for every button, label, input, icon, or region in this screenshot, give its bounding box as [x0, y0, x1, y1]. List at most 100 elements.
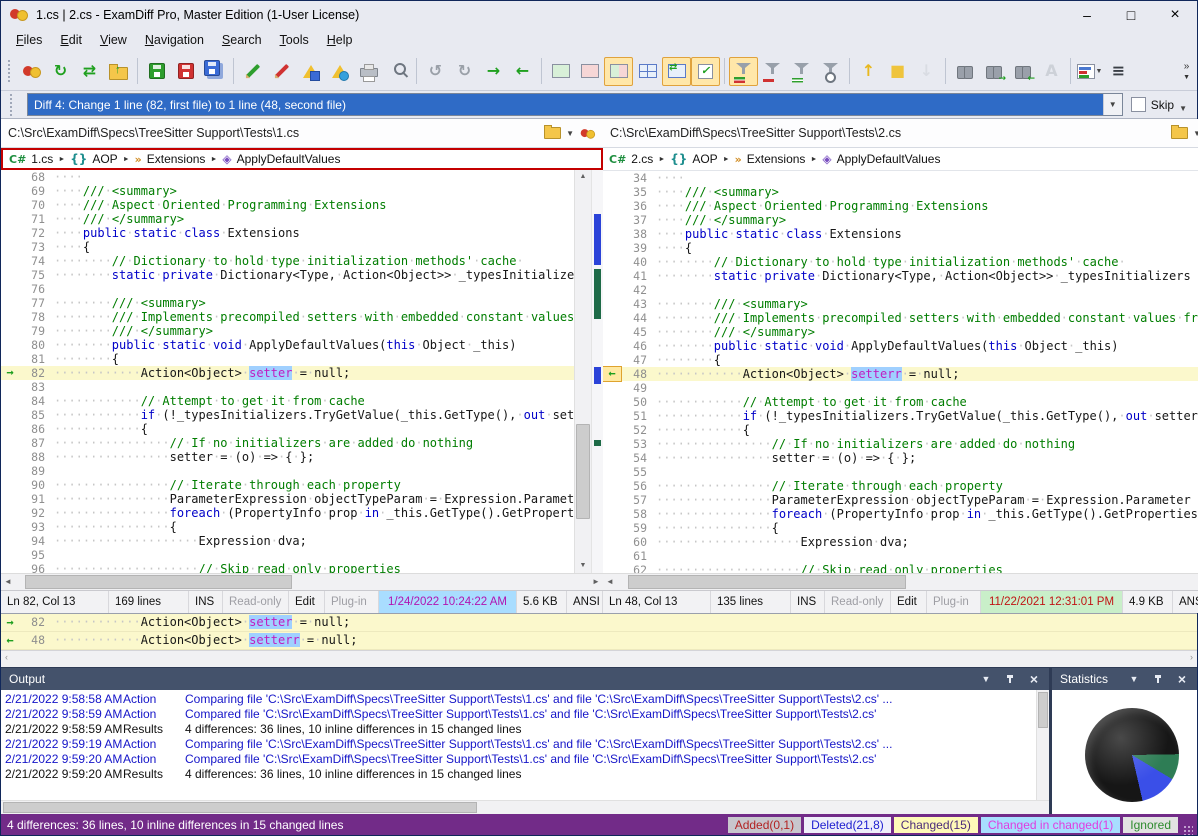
undo-button[interactable]: ↺	[421, 57, 450, 86]
menu-item-edit[interactable]: Edit	[51, 30, 91, 50]
horizontal-scrollbar[interactable]: ◄►	[603, 573, 1198, 590]
edit-second-file-button[interactable]	[267, 57, 296, 86]
code-line[interactable]: 75········static·private·Dictionary<Type…	[1, 268, 574, 282]
current-difference-button[interactable]: ■	[883, 57, 912, 86]
code-line[interactable]: 56················//·Iterate·through·eac…	[603, 479, 1198, 493]
code-line[interactable]: 90················//·Iterate·through·eac…	[1, 478, 574, 492]
code-line[interactable]: 70····///·Aspect·Oriented·Programming·Ex…	[1, 198, 574, 212]
scroll-left-icon[interactable]: ‹	[5, 652, 8, 662]
code-line[interactable]: 55	[603, 465, 1198, 479]
code-line[interactable]: 93················{	[1, 520, 574, 534]
code-line[interactable]: 61	[603, 549, 1198, 563]
save-diff-web-report-button[interactable]	[325, 57, 354, 86]
scroll-right-icon[interactable]: ►	[589, 574, 603, 590]
code-line[interactable]: 36····///·Aspect·Oriented·Programming·Ex…	[603, 199, 1198, 213]
code-line[interactable]: 89	[1, 464, 574, 478]
open-file-icon[interactable]	[544, 127, 561, 139]
minimize-button[interactable]: –	[1065, 1, 1109, 28]
code-line[interactable]: 34····	[603, 171, 1198, 185]
code-line[interactable]: 91················ParameterExpression·ob…	[1, 492, 574, 506]
scrollbar-thumb[interactable]	[576, 424, 590, 519]
code-editor[interactable]: 34····35····///·<summary>36····///·Aspec…	[603, 171, 1198, 573]
panel-menu-icon[interactable]: ▼	[1127, 674, 1141, 684]
diffbar-grip[interactable]	[9, 93, 14, 117]
breadcrumb-item[interactable]: 2.cs	[631, 152, 653, 166]
overflow-down-icon[interactable]: ▼	[1183, 74, 1190, 81]
edit-first-file-button[interactable]	[238, 57, 267, 86]
overflow-more-icon[interactable]: »	[1184, 62, 1190, 72]
code-editor[interactable]: 68····69····///·<summary>70····///·Aspec…	[1, 170, 574, 573]
toolbar-grip[interactable]	[7, 59, 12, 83]
code-line[interactable]: 35····///·<summary>	[603, 185, 1198, 199]
panel-menu-icon[interactable]: ▼	[979, 674, 993, 684]
open-file-icon[interactable]	[1171, 127, 1188, 139]
code-line[interactable]: 87················//·If·no·initializers·…	[1, 436, 574, 450]
code-line[interactable]: 52············{	[603, 423, 1198, 437]
output-log-row[interactable]: 2/21/2022 9:59:20 AMActionCompared file …	[1, 752, 1036, 767]
horizontal-scrollbar[interactable]: ◄►	[1, 573, 603, 590]
code-line[interactable]: 37····///·</summary>	[603, 213, 1198, 227]
open-files-button[interactable]	[104, 57, 133, 86]
save-first-file-button[interactable]	[142, 57, 171, 86]
code-line[interactable]: 77········///·<summary>	[1, 296, 574, 310]
code-line[interactable]: 72····public·static·class·Extensions	[1, 226, 574, 240]
grid-view-button[interactable]	[633, 57, 662, 86]
show-whitespace-button[interactable]: ✓	[691, 57, 720, 86]
panel-close-icon[interactable]: ×	[1027, 672, 1041, 686]
code-line[interactable]: 73····{	[1, 240, 574, 254]
combo-dropdown-button[interactable]: ▼	[1103, 94, 1122, 115]
copy-block-right-button[interactable]: →	[479, 57, 508, 86]
find-previous-button[interactable]: ←	[1008, 57, 1037, 86]
show-matching-lines-button[interactable]	[816, 57, 845, 86]
code-line[interactable]: 43········///·<summary>	[603, 297, 1198, 311]
code-line[interactable]: 88················setter·=·(o)·=>·{·};	[1, 450, 574, 464]
diff-preview-row[interactable]: ←48············Action<Object>·setterr·=·…	[1, 632, 1197, 650]
scroll-left-icon[interactable]: ◄	[603, 574, 617, 590]
code-line[interactable]: 62····················//·Skip·read·only·…	[603, 563, 1198, 573]
compare-fruits-icon[interactable]	[581, 128, 595, 138]
compare-files-button[interactable]	[17, 57, 46, 86]
menu-item-files[interactable]: Files	[7, 30, 51, 50]
swap-panes-button[interactable]: ⇄	[75, 57, 104, 86]
synchronize-scrolling-button[interactable]	[662, 57, 691, 86]
save-second-file-button[interactable]	[171, 57, 200, 86]
match-case-button[interactable]: A	[1037, 57, 1066, 86]
scroll-down-icon[interactable]: ▼	[575, 559, 591, 573]
code-line[interactable]: 39····{	[603, 241, 1198, 255]
code-line[interactable]: 78········///·Implements·precompiled·set…	[1, 310, 574, 324]
find-button[interactable]	[950, 57, 979, 86]
close-button[interactable]: ×	[1153, 1, 1197, 28]
scroll-up-icon[interactable]: ▲	[575, 170, 591, 184]
copy-block-left-button[interactable]: ←	[508, 57, 537, 86]
toolbar-overflow[interactable]: » ▼	[1183, 62, 1193, 81]
menu-item-view[interactable]: View	[91, 30, 136, 50]
resize-grip[interactable]	[1183, 825, 1193, 835]
output-log-row[interactable]: 2/21/2022 9:59:19 AMActionComparing file…	[1, 737, 1036, 752]
code-line[interactable]: 71····///·</summary>	[1, 212, 574, 226]
menu-item-search[interactable]: Search	[213, 30, 271, 50]
output-log-row[interactable]: 2/21/2022 9:58:58 AMActionComparing file…	[1, 692, 1036, 707]
skip-control[interactable]: Skip ▼	[1131, 96, 1191, 113]
skip-dropdown-icon[interactable]: ▼	[1179, 104, 1187, 113]
code-line[interactable]: 95	[1, 548, 574, 562]
scrollbar-thumb[interactable]	[628, 575, 906, 589]
pin-icon[interactable]	[1003, 675, 1017, 683]
code-line[interactable]: 68····	[1, 170, 574, 184]
code-line[interactable]: 53················//·If·no·initializers·…	[603, 437, 1198, 451]
save-diff-report-button[interactable]	[296, 57, 325, 86]
code-line[interactable]: 86············{	[1, 422, 574, 436]
output-log-row[interactable]: 2/21/2022 9:58:59 AMActionCompared file …	[1, 707, 1036, 722]
diff-combobox[interactable]: Diff 4: Change 1 line (82, first file) t…	[27, 93, 1123, 116]
code-line[interactable]: 46········public·static·void·ApplyDefaul…	[603, 339, 1198, 353]
breadcrumb-item[interactable]: Extensions	[147, 152, 206, 166]
code-line[interactable]: 76	[1, 282, 574, 296]
code-line[interactable]: 44········///·Implements·precompiled·set…	[603, 311, 1198, 325]
code-line[interactable]: 41········static·private·Dictionary<Type…	[603, 269, 1198, 283]
vertical-scrollbar[interactable]: ▲▼	[574, 170, 591, 573]
code-line[interactable]: 59················{	[603, 521, 1198, 535]
code-line[interactable]: 83	[1, 380, 574, 394]
previous-difference-button[interactable]: ↑	[854, 57, 883, 86]
breadcrumb-item[interactable]: ApplyDefaultValues	[237, 152, 341, 166]
print-button[interactable]	[354, 57, 383, 86]
menu-item-navigation[interactable]: Navigation	[136, 30, 213, 50]
